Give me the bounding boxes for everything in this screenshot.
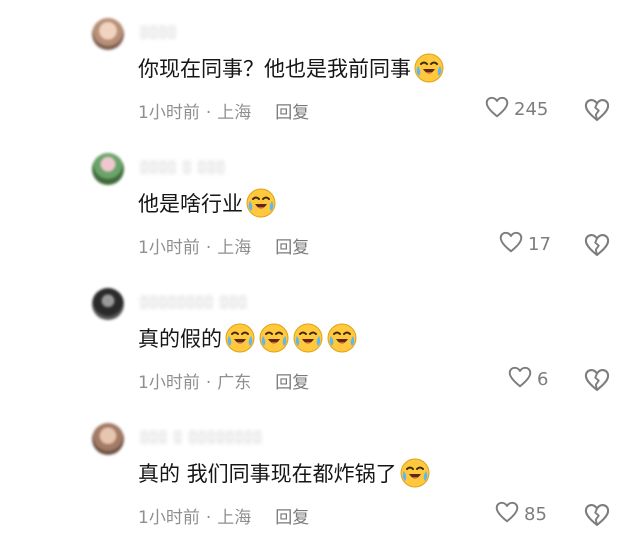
author-name[interactable]: ▯▯▯▯ ▯ ▯▯▯ [140,157,226,175]
reply-button[interactable]: 回复 [275,103,309,123]
comment-meta: 1小时前 · 上海 回复 [138,508,310,528]
heart-outline-icon [498,229,528,260]
comment-text-content: 真的 我们同事现在都炸锅了 [138,462,397,486]
broken-heart-icon[interactable] [583,501,611,529]
broken-heart-icon[interactable] [583,366,611,394]
crying-laughing-emoji-icon [258,322,290,354]
comment-text-content: 真的假的 [138,327,222,351]
avatar[interactable] [92,18,124,50]
reply-button[interactable]: 回复 [275,508,309,528]
author-name[interactable]: ▯▯▯▯ [140,22,177,40]
comment-text: 他是啥行业 [138,187,277,219]
like-button[interactable]: 245 [484,95,548,123]
author-name[interactable]: ▯▯▯ ▯ ▯▯▯▯▯▯▯▯ [140,427,263,445]
heart-outline-icon [507,364,537,395]
location: 上海 [217,508,252,528]
comment-meta: 1小时前 · 上海 回复 [138,103,310,123]
comment-item: ▯▯▯ ▯ ▯▯▯▯▯▯▯▯ 真的 我们同事现在都炸锅了 1小时前 · 上海 回复 8… [0,405,640,540]
like-count: 6 [537,368,549,390]
crying-laughing-emoji-icon [399,457,431,489]
avatar[interactable] [92,288,124,320]
comment-text: 真的假的 [138,322,358,354]
comment-item: ▯▯▯▯ 你现在同事？他也是我前同事 1小时前 · 上海 回复 245 [0,0,640,135]
like-count: 85 [524,503,547,525]
comment-item: ▯▯▯▯▯▯▯▯ ▯▯▯ 真的假的 1小时前 · 广东 回复 6 [0,270,640,405]
comment-text-content: 你现在同事？他也是我前同事 [138,57,411,81]
crying-laughing-emoji-icon [245,187,277,219]
timestamp: 1小时前 [138,238,200,258]
like-count: 245 [514,98,549,120]
avatar[interactable] [92,153,124,185]
timestamp: 1小时前 [138,508,200,528]
comment-text: 真的 我们同事现在都炸锅了 [138,457,431,489]
heart-outline-icon [494,499,524,530]
timestamp: 1小时前 [138,103,200,123]
crying-laughing-emoji-icon [326,322,358,354]
comment-text-content: 他是啥行业 [138,192,243,216]
comment-meta: 1小时前 · 上海 回复 [138,238,310,258]
location: 上海 [217,238,252,258]
like-button[interactable]: 85 [494,500,547,528]
comment-text: 你现在同事？他也是我前同事 [138,52,445,84]
reply-button[interactable]: 回复 [275,373,309,393]
comment-meta: 1小时前 · 广东 回复 [138,373,310,393]
crying-laughing-emoji-icon [292,322,324,354]
timestamp: 1小时前 [138,373,200,393]
location: 广东 [217,373,252,393]
reply-button[interactable]: 回复 [275,238,309,258]
like-button[interactable]: 6 [507,365,548,393]
broken-heart-icon[interactable] [583,231,611,259]
heart-outline-icon [484,94,514,125]
crying-laughing-emoji-icon [224,322,256,354]
like-count: 17 [528,233,551,255]
avatar[interactable] [92,423,124,455]
author-name[interactable]: ▯▯▯▯▯▯▯▯ ▯▯▯ [140,292,248,310]
broken-heart-icon[interactable] [583,96,611,124]
like-button[interactable]: 17 [498,230,551,258]
location: 上海 [217,103,252,123]
comment-item: ▯▯▯▯ ▯ ▯▯▯ 他是啥行业 1小时前 · 上海 回复 17 [0,135,640,270]
crying-laughing-emoji-icon [413,52,445,84]
